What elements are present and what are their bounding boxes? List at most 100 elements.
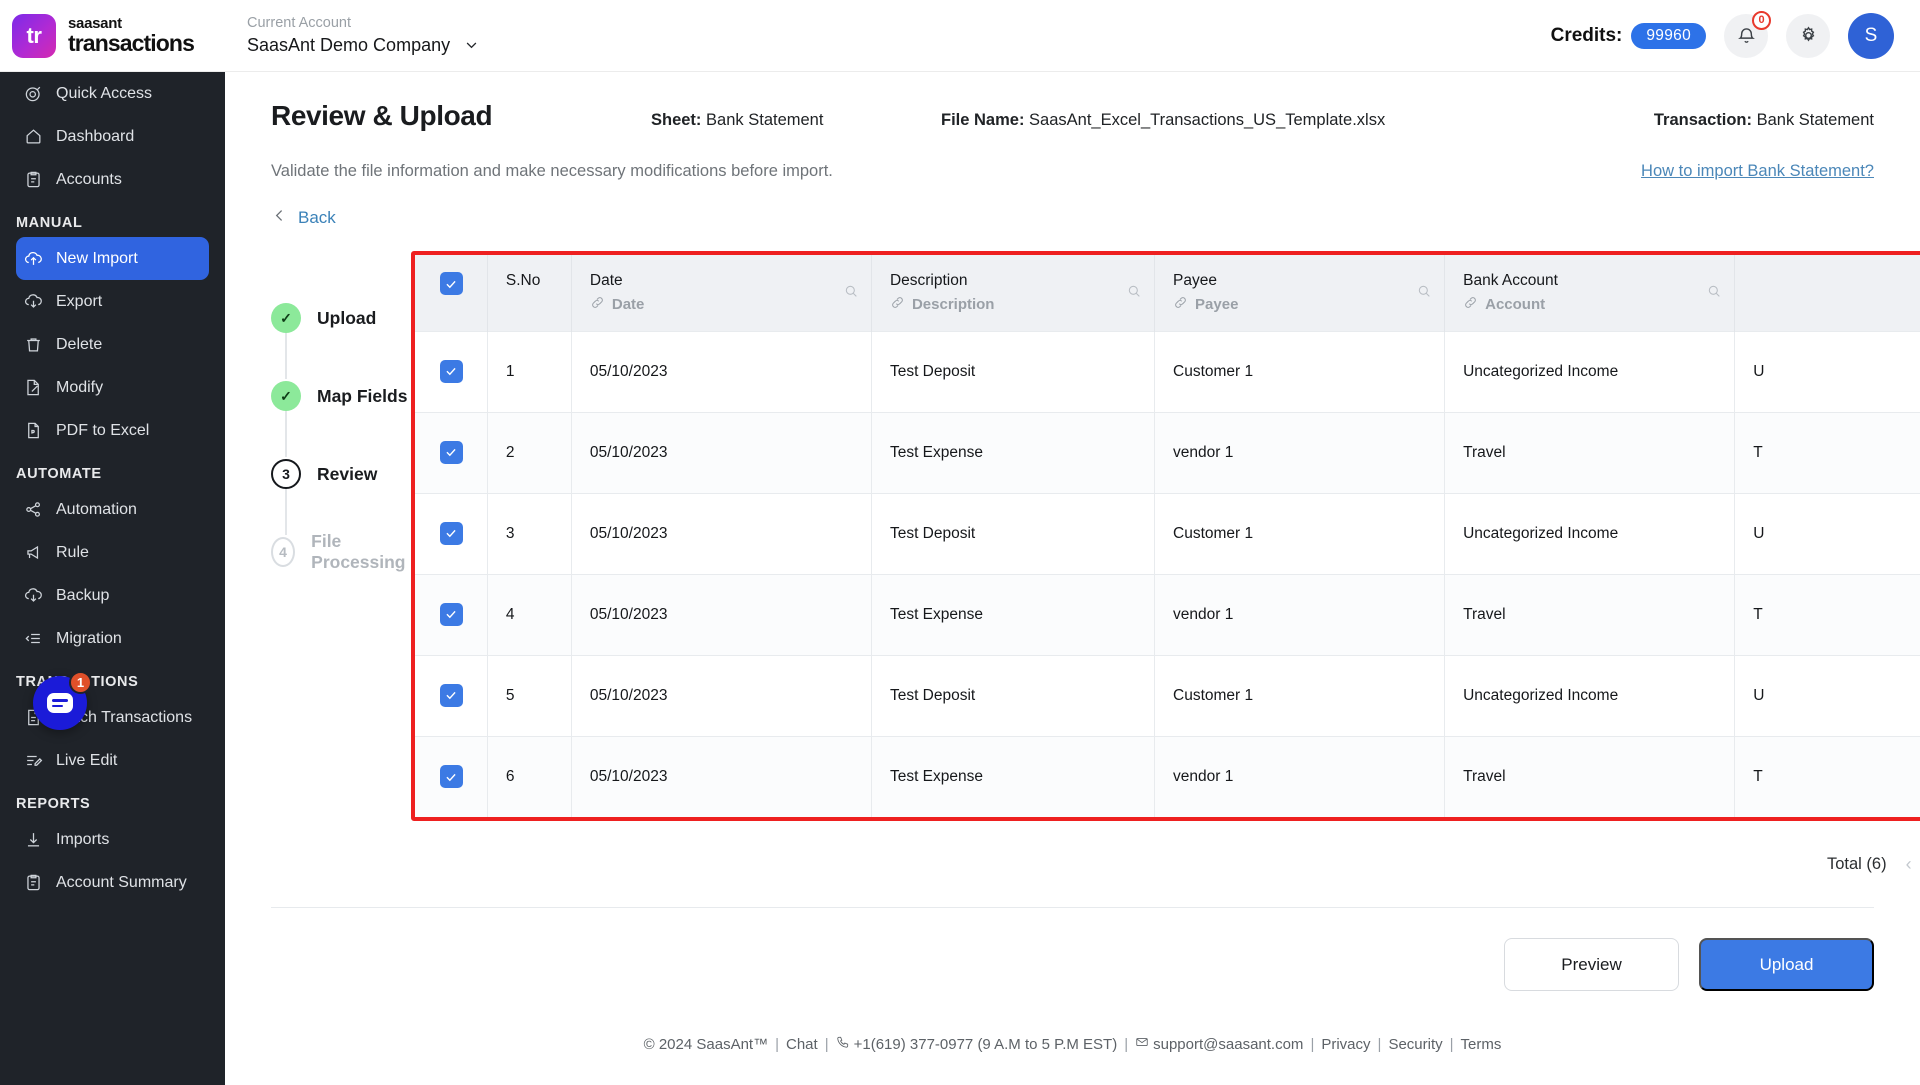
cell-payee[interactable]: vendor 1: [1154, 735, 1446, 817]
cell-date[interactable]: 05/10/2023: [571, 654, 872, 736]
column-search-icon[interactable]: [843, 283, 859, 304]
row-select-cell[interactable]: [415, 492, 488, 574]
column-header-description[interactable]: Description Description: [871, 255, 1156, 331]
cell-overflow[interactable]: U: [1734, 492, 1920, 574]
footer-chat-link[interactable]: Chat: [786, 1036, 818, 1053]
table-header-row: S.No Date Date Description Description P…: [415, 255, 1920, 331]
settings-button[interactable]: [1786, 13, 1830, 58]
step-map-fields[interactable]: ✓ Map Fields: [271, 357, 411, 457]
table-row[interactable]: 4 05/10/2023 Test Expense vendor 1 Trave…: [415, 573, 1920, 655]
cell-description[interactable]: Test Deposit: [871, 330, 1156, 412]
cell-description[interactable]: Test Expense: [871, 573, 1156, 655]
how-to-import-link[interactable]: How to import Bank Statement?: [1641, 162, 1874, 181]
cell-date[interactable]: 05/10/2023: [571, 492, 872, 574]
back-button[interactable]: Back: [271, 207, 1920, 229]
upload-button[interactable]: Upload: [1699, 938, 1874, 991]
preview-button[interactable]: Preview: [1504, 938, 1679, 991]
sidebar-group-automate: AUTOMATE: [16, 466, 102, 482]
cell-bank-account[interactable]: Travel: [1444, 573, 1736, 655]
cell-payee[interactable]: Customer 1: [1154, 492, 1446, 574]
avatar[interactable]: S: [1848, 12, 1894, 59]
clipboard-icon: [24, 170, 43, 189]
sidebar-item-new-import[interactable]: New Import: [16, 237, 209, 280]
row-select-cell[interactable]: [415, 735, 488, 817]
sidebar-item-quick-access[interactable]: Quick Access: [16, 72, 209, 115]
column-header-payee[interactable]: Payee Payee: [1154, 255, 1446, 331]
cell-payee[interactable]: vendor 1: [1154, 573, 1446, 655]
notifications-button[interactable]: 0: [1724, 10, 1771, 58]
cell-bank-account[interactable]: Travel: [1444, 735, 1736, 817]
row-select-cell[interactable]: [415, 573, 488, 655]
table-row[interactable]: 1 05/10/2023 Test Deposit Customer 1 Unc…: [415, 330, 1920, 412]
cell-payee[interactable]: vendor 1: [1154, 411, 1446, 493]
cell-date[interactable]: 05/10/2023: [571, 735, 872, 817]
footer-separator: |: [824, 1035, 829, 1053]
row-select-cell[interactable]: [415, 654, 488, 736]
file-meta: File Name: SaasAnt_Excel_Transactions_US…: [941, 111, 1654, 130]
sidebar-item-pdf-to-excel[interactable]: PDF to Excel: [16, 409, 209, 452]
row-checkbox[interactable]: [439, 683, 463, 707]
cell-overflow[interactable]: U: [1734, 654, 1920, 736]
column-header-bank-account[interactable]: Bank Account Account: [1444, 255, 1736, 331]
step-upload[interactable]: ✓ Upload: [271, 279, 411, 379]
cell-overflow[interactable]: T: [1734, 735, 1920, 817]
footer-terms-link[interactable]: Terms: [1461, 1036, 1502, 1053]
table-row[interactable]: 6 05/10/2023 Test Expense vendor 1 Trave…: [415, 735, 1920, 817]
cell-bank-account[interactable]: Uncategorized Income: [1444, 330, 1736, 412]
sidebar-item-dashboard[interactable]: Dashboard: [16, 115, 209, 158]
select-all-header[interactable]: [415, 255, 488, 331]
row-checkbox[interactable]: [439, 359, 463, 383]
sidebar-item-imports[interactable]: Imports: [16, 818, 209, 861]
footer-privacy-link[interactable]: Privacy: [1321, 1036, 1370, 1053]
column-header-sno[interactable]: S.No: [487, 255, 572, 331]
sidebar-item-modify[interactable]: Modify: [16, 366, 209, 409]
cell-date[interactable]: 05/10/2023: [571, 330, 872, 412]
cell-bank-account[interactable]: Uncategorized Income: [1444, 654, 1736, 736]
table-row[interactable]: 3 05/10/2023 Test Deposit Customer 1 Unc…: [415, 492, 1920, 574]
column-header-date[interactable]: Date Date: [571, 255, 872, 331]
cell-bank-account[interactable]: Uncategorized Income: [1444, 492, 1736, 574]
step-review[interactable]: 3 Review: [271, 435, 411, 535]
prev-page-button[interactable]: ‹: [1901, 854, 1917, 875]
table-row[interactable]: 2 05/10/2023 Test Expense vendor 1 Trave…: [415, 411, 1920, 493]
footer-email[interactable]: support@saasant.com: [1135, 1035, 1303, 1053]
table-row[interactable]: 5 05/10/2023 Test Deposit Customer 1 Unc…: [415, 654, 1920, 736]
footer-phone[interactable]: +1(619) 377-0977 (9 A.M to 5 P.M EST): [836, 1035, 1117, 1053]
cell-description[interactable]: Test Deposit: [871, 654, 1156, 736]
row-checkbox[interactable]: [439, 602, 463, 626]
sidebar-item-export[interactable]: Export: [16, 280, 209, 323]
current-account-selector[interactable]: Current Account SaasAnt Demo Company: [247, 14, 478, 58]
cell-payee[interactable]: Customer 1: [1154, 654, 1446, 736]
column-search-icon[interactable]: [1706, 283, 1722, 304]
sidebar-item-rule[interactable]: Rule: [16, 531, 209, 574]
cell-overflow[interactable]: T: [1734, 411, 1920, 493]
row-checkbox[interactable]: [439, 765, 463, 788]
cell-date[interactable]: 05/10/2023: [571, 573, 872, 655]
footer-security-link[interactable]: Security: [1388, 1036, 1442, 1053]
cell-description[interactable]: Test Expense: [871, 735, 1156, 817]
sidebar-item-delete[interactable]: Delete: [16, 323, 209, 366]
row-checkbox[interactable]: [439, 440, 463, 464]
sidebar-item-live-edit[interactable]: Live Edit: [16, 739, 209, 782]
select-all-checkbox[interactable]: [439, 272, 463, 295]
sidebar-item-migration[interactable]: Migration: [16, 617, 209, 660]
cell-description[interactable]: Test Expense: [871, 411, 1156, 493]
sidebar-item-account-summary[interactable]: Account Summary: [16, 861, 209, 904]
chat-support-button[interactable]: 1: [33, 671, 92, 730]
brand-logo[interactable]: tr saasant transactions: [0, 13, 225, 58]
row-select-cell[interactable]: [415, 411, 488, 493]
review-table-region: S.No Date Date Description Description P…: [411, 251, 1920, 885]
cell-overflow[interactable]: T: [1734, 573, 1920, 655]
sidebar-item-automation[interactable]: Automation: [16, 488, 209, 531]
row-select-cell[interactable]: [415, 330, 488, 412]
row-checkbox[interactable]: [439, 521, 463, 545]
sidebar-item-backup[interactable]: Backup: [16, 574, 209, 617]
cell-payee[interactable]: Customer 1: [1154, 330, 1446, 412]
cell-date[interactable]: 05/10/2023: [571, 411, 872, 493]
column-search-icon[interactable]: [1416, 283, 1432, 304]
cell-bank-account[interactable]: Travel: [1444, 411, 1736, 493]
sidebar-item-accounts[interactable]: Accounts: [16, 158, 209, 201]
cell-description[interactable]: Test Deposit: [871, 492, 1156, 574]
cell-overflow[interactable]: U: [1734, 330, 1920, 412]
column-search-icon[interactable]: [1126, 283, 1142, 304]
